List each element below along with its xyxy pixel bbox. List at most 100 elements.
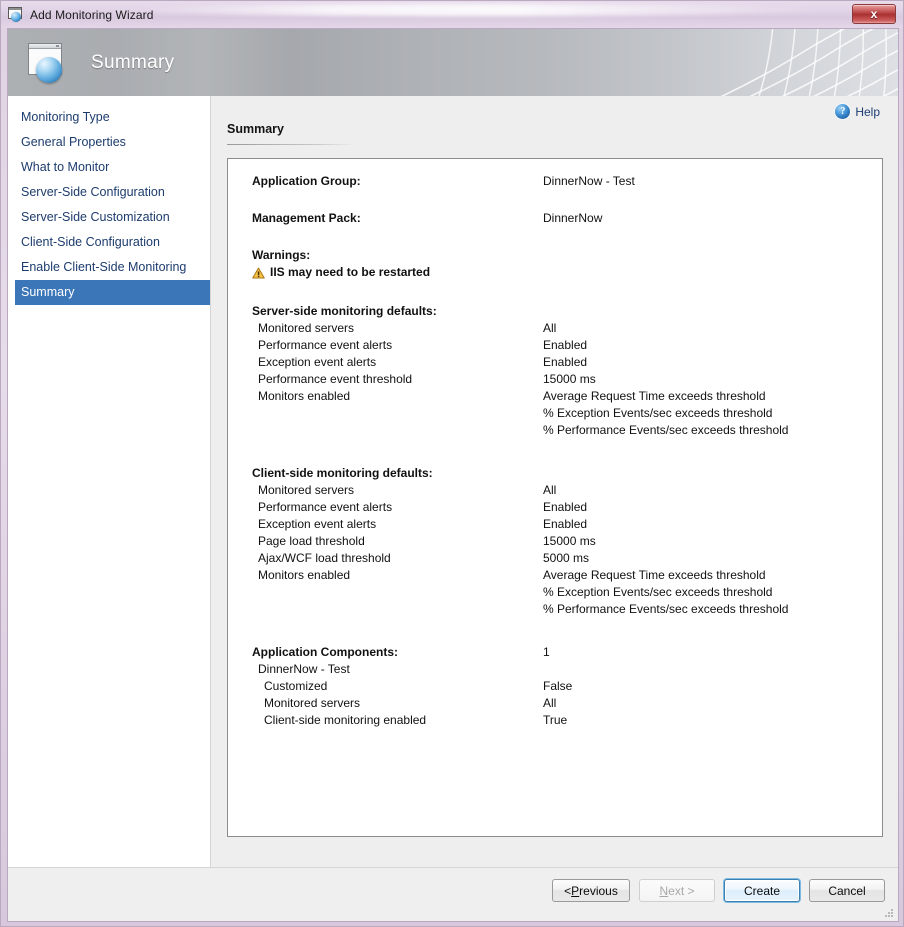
component-name: DinnerNow - Test — [228, 661, 543, 678]
server-side-row: Performance event threshold 15000 ms — [228, 371, 882, 388]
page-title: Summary — [227, 122, 347, 140]
row-label: Performance event alerts — [228, 337, 543, 354]
warnings-block: Warnings: IIS may need to be resta — [228, 247, 882, 281]
row-label: Monitored servers — [228, 482, 543, 499]
previous-prefix: < — [564, 884, 571, 898]
row-label: Exception event alerts — [228, 354, 543, 371]
help-link[interactable]: ? Help — [835, 104, 880, 119]
row-value: 5000 ms — [543, 550, 589, 567]
section-spacer — [228, 618, 882, 644]
section-spacer — [228, 439, 882, 465]
sidebar-item-enable-client-side-monitoring[interactable]: Enable Client-Side Monitoring — [8, 255, 210, 280]
row-value: All — [543, 320, 556, 337]
application-components-header: Application Components: 1 — [228, 644, 882, 661]
client-side-row: Performance event alerts Enabled — [228, 499, 882, 516]
warning-item: IIS may need to be restarted — [228, 264, 882, 281]
sidebar-item-client-side-configuration[interactable]: Client-Side Configuration — [8, 230, 210, 255]
close-icon: x — [871, 8, 878, 20]
server-side-row: Monitors enabled Average Request Time ex… — [228, 388, 882, 405]
create-button[interactable]: Create — [724, 879, 800, 902]
sidebar-item-summary[interactable]: Summary — [15, 280, 210, 305]
wizard-footer: < Previous Next > Create Cancel — [8, 867, 898, 921]
next-button[interactable]: Next > — [639, 879, 715, 902]
row-value: Average Request Time exceeds threshold — [543, 388, 766, 405]
close-button[interactable]: x — [852, 4, 896, 24]
row-label — [228, 405, 543, 422]
component-row: Customized False — [228, 678, 882, 695]
previous-accel: P — [571, 884, 579, 898]
cancel-button[interactable]: Cancel — [809, 879, 885, 902]
warning-triangle-icon — [252, 267, 265, 279]
row-label: Monitored servers — [228, 695, 543, 712]
title-bar: Add Monitoring Wizard x — [1, 1, 903, 28]
row-label: Customized — [228, 678, 543, 695]
row-value: % Exception Events/sec exceeds threshold — [543, 405, 772, 422]
row-value: Enabled — [543, 499, 587, 516]
summary-content-area: ? Help Summary Application Group: Dinner… — [211, 96, 898, 867]
row-label: Ajax/WCF load threshold — [228, 550, 543, 567]
management-pack-label: Management Pack: — [228, 210, 543, 227]
client-area: Summary Monitoring Type General Properti… — [7, 28, 899, 922]
row-label — [228, 584, 543, 601]
row-value: Enabled — [543, 337, 587, 354]
create-label: Create — [744, 884, 780, 898]
client-side-row: Monitored servers All — [228, 482, 882, 499]
row-value: Average Request Time exceeds threshold — [543, 567, 766, 584]
banner-title: Summary — [91, 52, 174, 74]
row-label: Performance event threshold — [228, 371, 543, 388]
row-value: % Exception Events/sec exceeds threshold — [543, 584, 772, 601]
sidebar-item-server-side-configuration[interactable]: Server-Side Configuration — [8, 180, 210, 205]
warnings-label: Warnings: — [228, 247, 882, 264]
row-value: Enabled — [543, 516, 587, 533]
row-value: Enabled — [543, 354, 587, 371]
wizard-window: Add Monitoring Wizard x — [0, 0, 904, 927]
row-value: All — [543, 482, 556, 499]
client-side-title: Client-side monitoring defaults: — [228, 465, 882, 482]
management-pack-row: Management Pack: DinnerNow — [228, 210, 882, 227]
row-label — [228, 422, 543, 439]
page-title-label: Summary — [227, 122, 347, 140]
server-side-row: Performance event alerts Enabled — [228, 337, 882, 354]
application-components-count: 1 — [543, 644, 550, 661]
next-suffix: ext > — [668, 884, 694, 898]
component-row: Client-side monitoring enabled True — [228, 712, 882, 729]
row-label: Monitored servers — [228, 320, 543, 337]
row-value: False — [543, 678, 572, 695]
sidebar-item-server-side-customization[interactable]: Server-Side Customization — [8, 205, 210, 230]
wizard-step-sidebar: Monitoring Type General Properties What … — [8, 96, 211, 867]
component-row: Monitored servers All — [228, 695, 882, 712]
row-value: All — [543, 695, 556, 712]
previous-suffix: revious — [579, 884, 618, 898]
sidebar-item-general-properties[interactable]: General Properties — [8, 130, 210, 155]
row-label: Performance event alerts — [228, 499, 543, 516]
resize-grip[interactable] — [882, 906, 894, 918]
application-group-row: Application Group: DinnerNow - Test — [228, 173, 882, 190]
client-side-extra-row: % Exception Events/sec exceeds threshold — [228, 584, 882, 601]
application-components-title: Application Components: — [228, 644, 543, 661]
summary-panel: Application Group: DinnerNow - Test Mana… — [227, 158, 883, 837]
row-label: Client-side monitoring enabled — [228, 712, 543, 729]
row-value: 15000 ms — [543, 371, 596, 388]
client-side-extra-row: % Performance Events/sec exceeds thresho… — [228, 601, 882, 618]
server-side-extra-row: % Performance Events/sec exceeds thresho… — [228, 422, 882, 439]
wizard-banner: Summary — [8, 29, 898, 96]
title-bar-sheen — [121, 4, 833, 16]
window-title: Add Monitoring Wizard — [30, 8, 153, 22]
next-accel: N — [659, 884, 668, 898]
server-side-row: Monitored servers All — [228, 320, 882, 337]
sidebar-item-what-to-monitor[interactable]: What to Monitor — [8, 155, 210, 180]
previous-button[interactable]: < Previous — [552, 879, 630, 902]
summary-rows: Application Group: DinnerNow - Test Mana… — [228, 159, 882, 729]
client-side-row: Ajax/WCF load threshold 5000 ms — [228, 550, 882, 567]
row-label: Monitors enabled — [228, 388, 543, 405]
row-value: % Performance Events/sec exceeds thresho… — [543, 601, 788, 618]
client-side-row: Page load threshold 15000 ms — [228, 533, 882, 550]
wizard-body: Monitoring Type General Properties What … — [8, 96, 898, 867]
footer-buttons: < Previous Next > Create Cancel — [552, 879, 885, 902]
client-side-row: Exception event alerts Enabled — [228, 516, 882, 533]
management-pack-value: DinnerNow — [543, 210, 602, 227]
sidebar-item-monitoring-type[interactable]: Monitoring Type — [8, 105, 210, 130]
row-label: Exception event alerts — [228, 516, 543, 533]
application-group-value: DinnerNow - Test — [543, 173, 635, 190]
warning-text: IIS may need to be restarted — [270, 264, 430, 281]
